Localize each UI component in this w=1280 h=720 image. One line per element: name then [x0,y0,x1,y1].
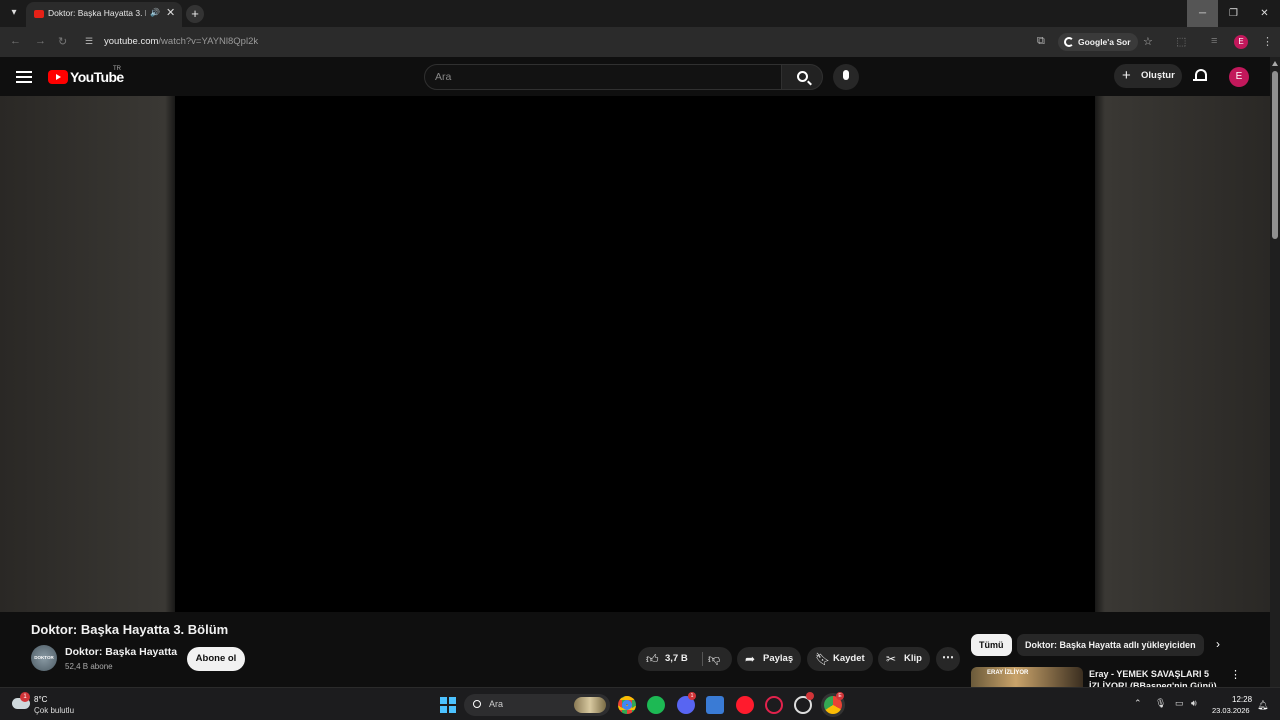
clip-label: Klip [904,653,922,664]
browser-tab-strip: ▾ Doktor: Başka Hayatta 3. Bölüm - YouTu… [0,0,1280,27]
save-button[interactable]: 🔖︎ Kaydet [807,647,873,671]
channel-name[interactable]: Doktor: Başka Hayatta [65,646,177,658]
search-input[interactable] [425,65,781,89]
recommendation-menu-icon[interactable]: ⋮ [1230,668,1241,681]
weather-temperature[interactable]: 8°C [34,695,47,704]
youtube-favicon-icon [34,10,44,18]
page-scrollbar[interactable] [1270,57,1280,687]
search-icon [797,71,808,82]
more-actions-button[interactable]: ⋯ [936,647,960,671]
weather-badge: 1 [20,692,30,702]
tray-microphone-icon[interactable]: 🎙︎ [1155,698,1166,709]
clip-button[interactable]: ✂ Klip [878,647,930,671]
tab-audio-icon[interactable]: 🔊 [150,8,160,17]
browser-menu-icon[interactable]: ⋮ [1262,35,1273,48]
media-controls-icon[interactable]: ≡ [1211,35,1217,47]
new-tab-button[interactable]: + [186,5,204,23]
cast-icon[interactable]: ⧉ [1037,35,1045,48]
site-info-icon[interactable]: ☰ [85,36,97,48]
tab-close-icon[interactable]: ✕ [166,6,175,19]
url-path: /watch?v=YAYNl8Qpl2k [158,36,259,47]
extensions-icon[interactable]: ⬚ [1176,35,1186,48]
chrome-icon[interactable] [618,696,636,714]
window-controls: ─ ❐ ✕ [1187,0,1280,27]
channel-avatar[interactable]: DOKTOR [31,645,57,671]
file-explorer-icon[interactable] [706,696,724,714]
browser-tab[interactable]: Doktor: Başka Hayatta 3. Bölüm - YouTube… [26,2,182,27]
bookmark-star-icon[interactable]: ☆ [1143,35,1153,48]
dislike-thumb-icon[interactable]: 👎︎ [708,647,720,671]
chip-from-uploader[interactable]: Doktor: Başka Hayatta adlı yükleyiciden [1017,634,1204,656]
tray-chevron-up-icon[interactable]: ⌃ [1134,698,1142,709]
forward-arrow-icon[interactable]: → [35,35,46,47]
reload-icon[interactable]: ↻ [58,35,67,48]
scroll-thumb[interactable] [1272,71,1278,239]
recommendation-thumbnail-text: ERAY İZLİYOR [987,670,1029,676]
tab-search-chevron-icon[interactable]: ▾ [6,5,22,21]
tray-network-icon[interactable]: ▭ [1175,698,1184,709]
search-box [424,64,782,90]
minimize-button[interactable]: ─ [1187,0,1218,27]
back-arrow-icon[interactable]: ← [10,35,21,47]
windows-start-icon[interactable] [440,697,456,713]
bookmark-icon: 🔖︎ [815,652,831,666]
notifications-bell-icon[interactable] [1193,69,1207,83]
recommendation-title[interactable]: Eray - YEMEK SAVAŞLARI 5 İZLİYOR! (BBasp… [1089,668,1219,687]
chrome-active-badge: E [836,692,844,700]
clock-time[interactable]: 12:28 [1232,695,1252,704]
video-player[interactable] [175,96,1095,612]
recommendation-thumbnail[interactable]: ERAY İZLİYOR [971,667,1083,687]
share-arrow-icon: ➦ [745,652,756,666]
voice-search-button[interactable] [833,64,859,90]
scissors-icon: ✂ [886,652,897,666]
microphone-icon [843,70,849,80]
youtube-play-icon [48,70,68,84]
google-sor-button[interactable]: Google'a Sor [1058,33,1138,51]
address-bar[interactable]: youtube.com/watch?v=YAYNl8Qpl2k [104,36,258,47]
video-title: Doktor: Başka Hayatta 3. Bölüm [31,622,229,637]
chip-all[interactable]: Tümü [971,634,1012,656]
taskbar-search-icon [473,700,481,708]
windows-taskbar: 1 8°C Çok bulutlu Ara 1 E ⌃ 🎙︎ ▭ 🔊︎ 12:2… [0,687,1280,720]
browser-profile-avatar[interactable]: E [1234,35,1248,49]
youtube-header: YouTube TR +Oluştur E [0,57,1270,96]
share-label: Paylaş [763,653,794,664]
create-label: Oluştur [1141,70,1175,81]
taskbar-search-label: Ara [489,699,504,709]
country-code: TR [113,66,121,72]
google-sor-label: Google'a Sor [1078,37,1131,47]
create-button[interactable]: + Oluştur [1114,64,1182,88]
steam-badge [806,692,814,700]
close-window-button[interactable]: ✕ [1249,0,1280,27]
tab-title: Doktor: Başka Hayatta 3. Bölüm - YouTube [48,8,146,18]
opera-gx-icon[interactable] [765,696,783,714]
spotify-icon[interactable] [647,696,665,714]
scroll-up-arrow-icon[interactable] [1272,61,1278,66]
browser-toolbar: ← → ↻ ☰ youtube.com/watch?v=YAYNl8Qpl2k … [0,27,1280,57]
search-button[interactable] [781,64,823,90]
chevron-right-icon[interactable]: › [1216,637,1220,651]
restore-button[interactable]: ❐ [1218,0,1249,27]
like-thumb-icon[interactable]: 👍︎ [646,647,659,671]
google-icon [1064,37,1074,47]
like-count[interactable]: 3,7 B [665,647,688,671]
weather-description[interactable]: Çok bulutlu [34,706,74,715]
discord-badge: 1 [688,692,696,700]
save-label: Kaydet [833,653,865,664]
account-avatar[interactable]: E [1229,67,1249,87]
like-separator [702,652,703,666]
clock-date[interactable]: 23.03.2026 [1212,706,1250,715]
hamburger-menu-icon[interactable] [16,71,32,83]
taskbar-search-box[interactable]: Ara [464,694,610,716]
subscribe-button[interactable]: Abone ol [187,647,245,671]
subscriber-count: 52,4 B abone [65,662,113,671]
url-host: youtube.com [104,36,159,47]
opera-icon[interactable] [736,696,754,714]
notification-bell-icon[interactable]: 🔔︎ [1257,700,1268,711]
search-highlight-image [574,697,606,713]
share-button[interactable]: ➦ Paylaş [737,647,801,671]
plus-icon: + [1122,67,1131,84]
like-dislike-group: 👍︎ 3,7 B 👎︎ [638,647,732,671]
tray-volume-icon[interactable]: 🔊︎ [1191,698,1197,709]
